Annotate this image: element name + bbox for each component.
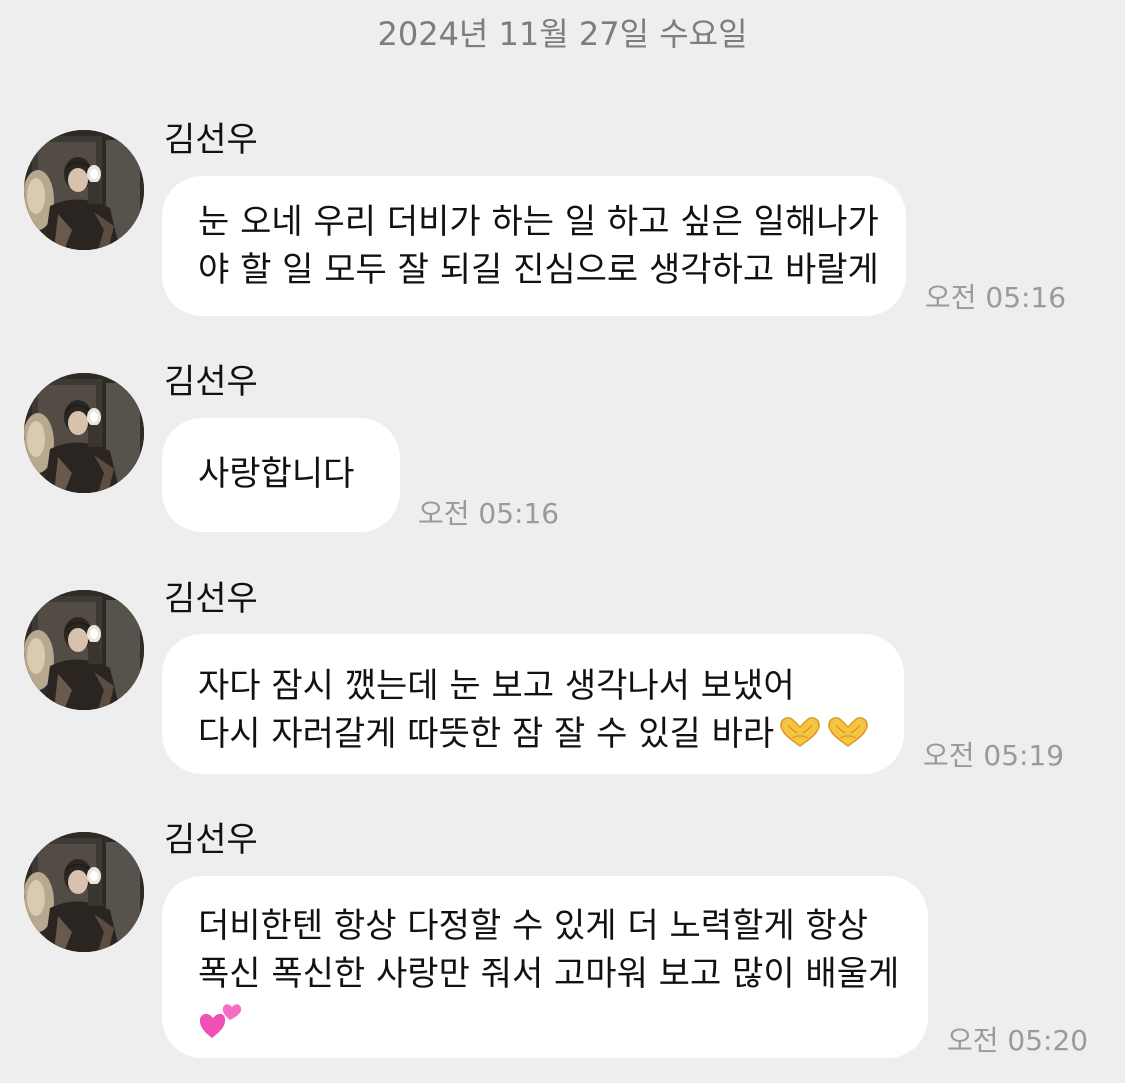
message-bubble[interactable]: 더비한텐 항상 다정할 수 있게 더 노력할게 항상 폭신 폭신한 사랑만 줘서… [162, 876, 928, 1058]
message-text-line: 다시 자러갈게 따뜻한 잠 잘 수 있길 바라 [198, 710, 868, 758]
avatar[interactable] [24, 130, 144, 250]
message-text-line: 야 할 일 모두 잘 되길 진심으로 생각하고 바랄게 [198, 250, 879, 290]
message-text: 다시 자러갈게 따뜻한 잠 잘 수 있길 바라 [198, 714, 775, 754]
message-timestamp: 오전 05:20 [947, 1024, 1089, 1057]
message-timestamp: 오전 05:19 [923, 739, 1065, 772]
message-bubble[interactable]: 사랑합니다 [162, 418, 400, 532]
heart-hands-emoji [826, 715, 870, 749]
message-bubble[interactable]: 눈 오네 우리 더비가 하는 일 하고 싶은 일해나가 야 할 일 모두 잘 되… [162, 176, 906, 316]
heart-hands-emoji [778, 715, 822, 749]
message-text-line: 눈 오네 우리 더비가 하는 일 하고 싶은 일해나가 [198, 202, 879, 242]
message-text-line [198, 998, 892, 1049]
message-text-line: 자다 잠시 깼는데 눈 보고 생각나서 보냈어 [198, 666, 795, 706]
avatar[interactable] [24, 832, 144, 952]
avatar[interactable] [24, 373, 144, 493]
sender-name: 김선우 [164, 579, 258, 619]
two-hearts-emoji [198, 998, 244, 1042]
sender-name: 김선우 [164, 120, 258, 160]
message-timestamp: 오전 05:16 [925, 281, 1067, 314]
sender-name: 김선우 [164, 820, 258, 860]
message-bubble[interactable]: 자다 잠시 깼는데 눈 보고 생각나서 보냈어 다시 자러갈게 따뜻한 잠 잘 … [162, 634, 904, 774]
message-text-line: 폭신 폭신한 사랑만 줘서 고마워 보고 많이 배울게 [198, 954, 900, 994]
message-timestamp: 오전 05:16 [418, 497, 560, 530]
sender-name: 김선우 [164, 362, 258, 402]
message-text-line: 사랑합니다 [198, 454, 355, 494]
message-text-line: 더비한텐 항상 다정할 수 있게 더 노력할게 항상 [198, 906, 868, 946]
date-divider: 2024년 11월 27일 수요일 [377, 15, 748, 53]
avatar[interactable] [24, 590, 144, 710]
